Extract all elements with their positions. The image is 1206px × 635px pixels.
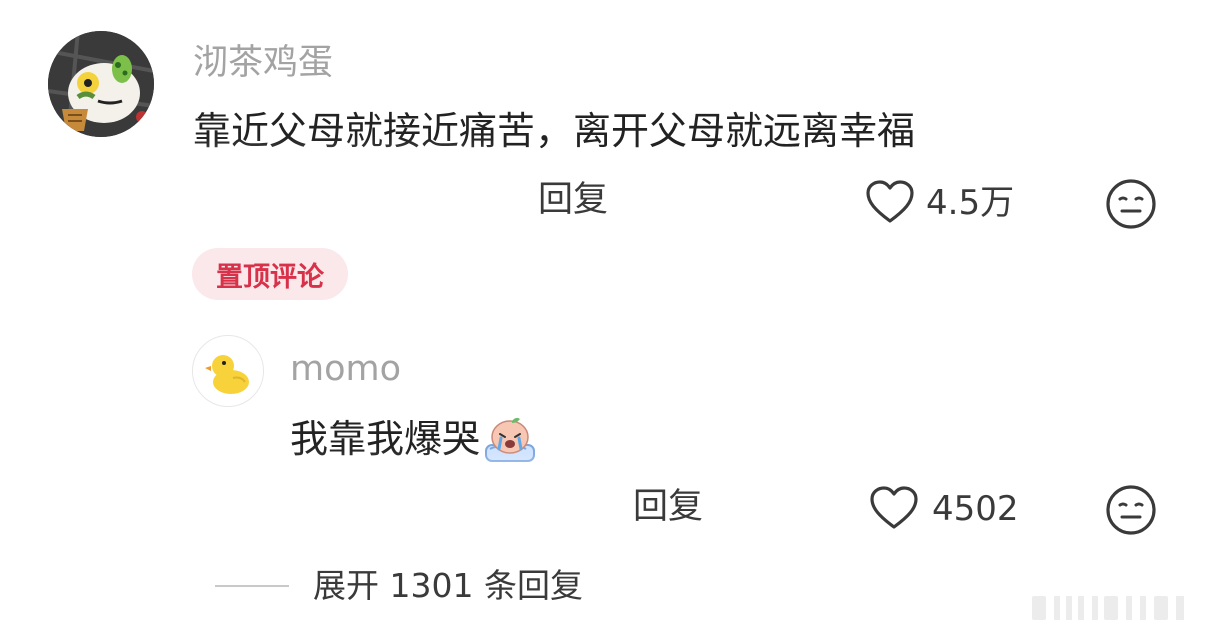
duck-avatar-icon [205, 355, 249, 394]
expand-replies-button[interactable]: 展开 1301 条回复 [313, 566, 583, 606]
cartoon-cat-avatar-icon [48, 31, 154, 137]
expand-divider [215, 585, 289, 587]
watermark-logo [1032, 594, 1188, 622]
avatar[interactable] [48, 31, 154, 137]
reply-button[interactable]: 回复 [538, 180, 608, 220]
comment-text: 我靠我爆哭 [290, 417, 481, 461]
obscured-meta [160, 178, 500, 218]
heart-outline-icon[interactable] [865, 180, 915, 224]
reply-text-row: 我靠我爆哭 [290, 415, 538, 463]
meh-face-icon[interactable] [1105, 484, 1157, 536]
like-count: 4.5万 [926, 183, 1015, 223]
crying-emoji-icon [482, 415, 538, 463]
like-count: 4502 [932, 489, 1019, 529]
pinned-comment-badge: 置顶评论 [192, 248, 348, 300]
avatar[interactable] [192, 335, 264, 407]
username[interactable]: momo [290, 349, 401, 389]
obscured-meta [255, 488, 595, 528]
username[interactable]: 沏茶鸡蛋 [193, 43, 333, 83]
meh-face-icon[interactable] [1105, 178, 1157, 230]
comment-text: 靠近父母就接近痛苦，离开父母就远离幸福 [193, 109, 916, 153]
heart-outline-icon[interactable] [869, 486, 919, 530]
reply-button[interactable]: 回复 [633, 487, 703, 527]
